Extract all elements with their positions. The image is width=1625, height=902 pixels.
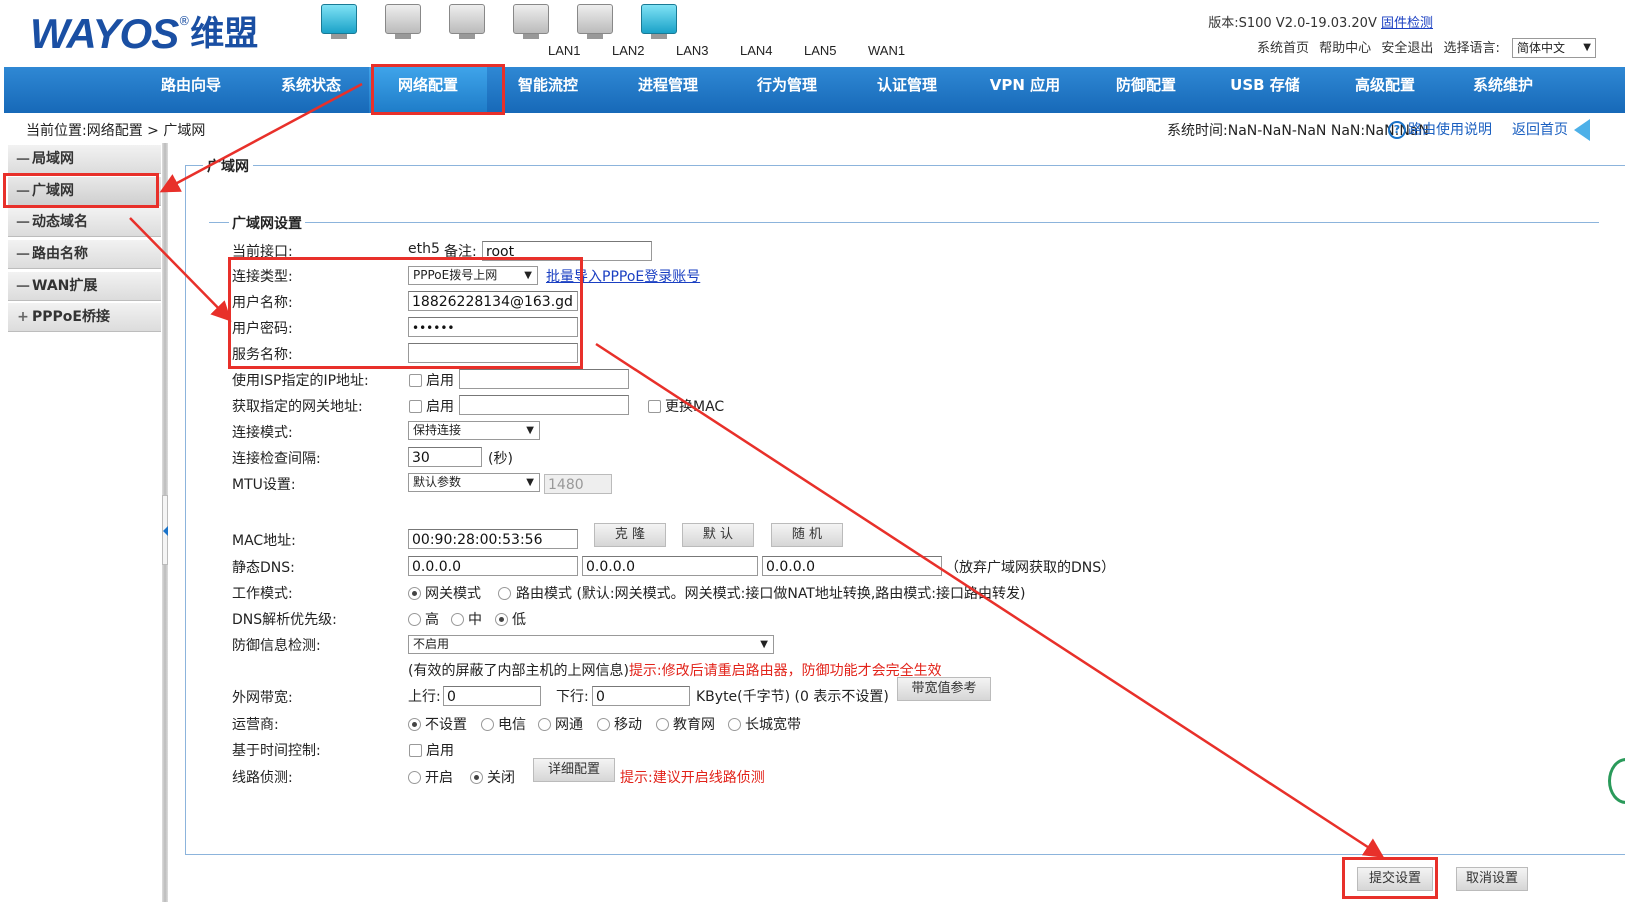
arrow-sidebar-to-form (129, 217, 232, 322)
arrow-form-to-submit (595, 342, 1385, 858)
annotation-arrows (129, 82, 1385, 858)
arrow-nav-to-sidebar (159, 82, 363, 193)
